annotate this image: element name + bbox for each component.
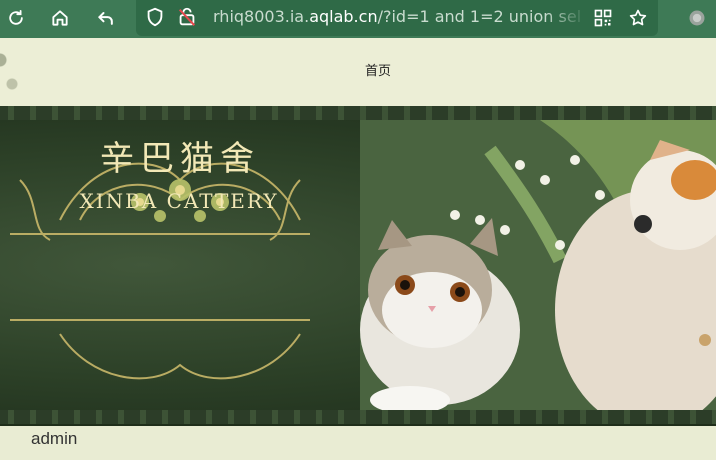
corner-ornament: [0, 40, 30, 104]
admin-username: admin: [31, 429, 78, 448]
extension-icon[interactable]: [684, 5, 710, 31]
banner-border-bottom: [0, 410, 716, 424]
url-text[interactable]: rhiq8003.ia.aqlab.cn/?id=1 and 1=2 union…: [213, 6, 585, 28]
star-icon[interactable]: [625, 5, 651, 31]
url-fade: [545, 4, 587, 32]
home-icon[interactable]: [47, 5, 73, 31]
reload-icon[interactable]: [3, 5, 29, 31]
cattery-logo-english: XINBA CATTERY: [79, 189, 279, 213]
browser-toolbar: rhiq8003.ia.aqlab.cn/?id=1 and 1=2 union…: [0, 0, 716, 38]
back-icon[interactable]: [93, 5, 119, 31]
banner-border-top: [0, 106, 716, 120]
page-body: [0, 426, 716, 460]
url-host: aqlab.cn: [309, 7, 378, 26]
cattery-logo-chinese: 辛巴猫舍: [100, 139, 260, 179]
shield-icon[interactable]: [144, 6, 166, 28]
nav-home-link[interactable]: 首页: [352, 62, 404, 82]
url-prefix: rhiq8003.ia.: [213, 7, 310, 26]
qr-code-icon[interactable]: [590, 5, 616, 31]
insecure-lock-icon[interactable]: [176, 6, 198, 28]
